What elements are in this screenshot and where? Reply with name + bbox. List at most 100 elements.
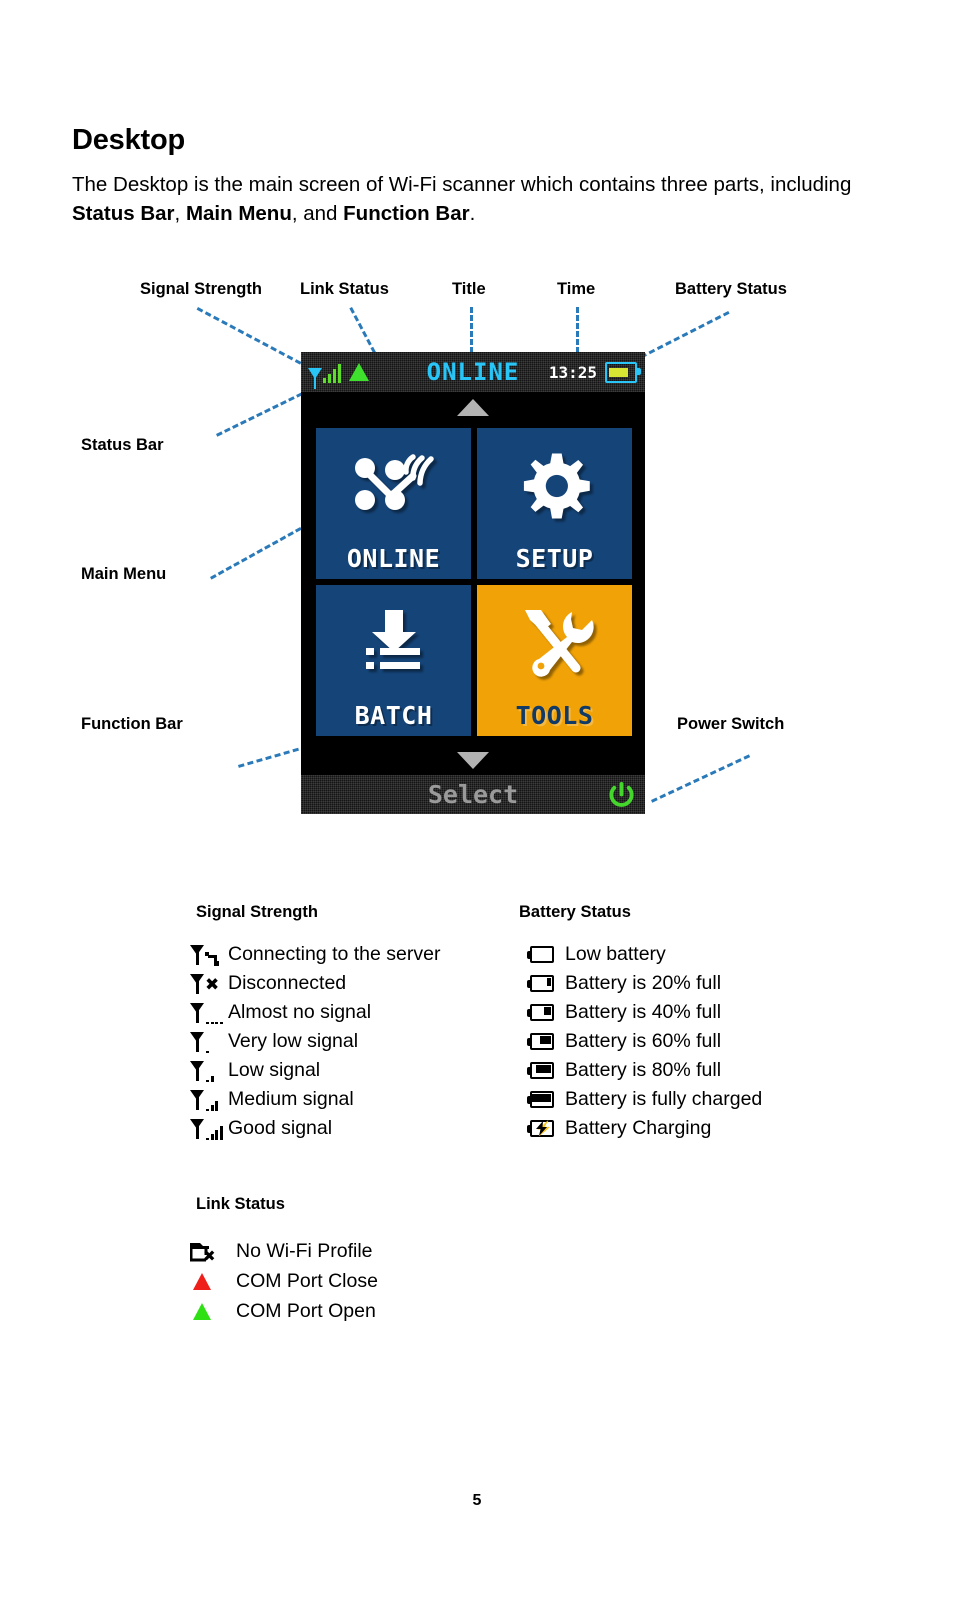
legend-item: Medium signal bbox=[190, 1085, 440, 1114]
legend-item-label: Medium signal bbox=[228, 1088, 354, 1110]
legend-item: Battery is 80% full bbox=[527, 1056, 762, 1085]
status-bar-time: 13:25 bbox=[548, 362, 597, 382]
legend-item-label: Very low signal bbox=[228, 1030, 359, 1052]
callout-main-menu: Main Menu bbox=[81, 565, 167, 583]
legend-item: Battery is fully charged bbox=[527, 1085, 762, 1114]
callout-title: Title bbox=[452, 280, 486, 298]
legend-item: Connecting to the server bbox=[190, 940, 440, 969]
legend-item-label: Battery is fully charged bbox=[565, 1088, 763, 1110]
battery-60-icon bbox=[527, 1032, 565, 1051]
gear-icon bbox=[477, 428, 632, 544]
leader-title bbox=[470, 307, 473, 353]
legend-item: Battery is 40% full bbox=[527, 998, 762, 1027]
power-icon[interactable] bbox=[608, 781, 635, 813]
intro-bold-main-menu: Main Menu bbox=[185, 202, 292, 225]
menu-tile-tools[interactable]: TOOLS bbox=[477, 585, 632, 736]
legend-item-label: Low battery bbox=[565, 943, 666, 965]
signal-low-icon bbox=[190, 1060, 228, 1082]
battery-80-icon bbox=[527, 1061, 565, 1080]
menu-tile-grid: ONLINE SETUP BATCH TOOLS bbox=[316, 428, 632, 736]
arrow-down-icon[interactable] bbox=[457, 752, 489, 769]
legend-item-label: Good signal bbox=[228, 1117, 333, 1139]
leader-power-switch bbox=[651, 754, 751, 803]
intro-sep-1: , bbox=[174, 202, 186, 225]
battery-20-icon bbox=[527, 974, 565, 993]
legend-item: Good signal bbox=[190, 1114, 440, 1143]
signal-good-icon bbox=[190, 1118, 228, 1140]
page-title: Desktop bbox=[72, 124, 186, 156]
hammer-wrench-icon bbox=[477, 585, 632, 701]
main-menu: ONLINE SETUP BATCH TOOLS bbox=[301, 392, 645, 775]
signal-medium-icon bbox=[190, 1089, 228, 1111]
leader-main-menu bbox=[210, 522, 310, 580]
menu-tile-label: SETUP bbox=[515, 544, 594, 573]
legend-title-signal-strength: Signal Strength bbox=[196, 903, 318, 921]
menu-tile-label: TOOLS bbox=[515, 701, 594, 730]
leader-time bbox=[576, 307, 579, 353]
signal-very-low-icon bbox=[190, 1031, 228, 1053]
document-page: Desktop The Desktop is the main screen o… bbox=[0, 0, 954, 1620]
legend-list-signal-strength: Connecting to the server ✖ Disconnected … bbox=[190, 940, 440, 1143]
device-screen: ONLINE 13:25 ONLINE SETUP BATCH TOOLS Se… bbox=[301, 352, 645, 814]
arrow-up-icon[interactable] bbox=[457, 399, 489, 416]
legend-item-label: Battery is 60% full bbox=[565, 1030, 722, 1052]
intro-end: . bbox=[469, 202, 476, 225]
battery-full-icon bbox=[527, 1090, 565, 1109]
battery-40-icon bbox=[527, 1003, 565, 1022]
signal-none-icon bbox=[190, 1002, 228, 1024]
triangle-up-green-icon bbox=[190, 1302, 228, 1320]
menu-tile-setup[interactable]: SETUP bbox=[477, 428, 632, 579]
legend-item: Battery is 60% full bbox=[527, 1027, 762, 1056]
legend-item: ✖ Disconnected bbox=[190, 969, 440, 998]
legend-item-label: COM Port Close bbox=[236, 1269, 378, 1292]
menu-tile-label: BATCH bbox=[354, 701, 433, 730]
menu-tile-label: ONLINE bbox=[346, 544, 441, 573]
intro-sep-2: , and bbox=[291, 202, 344, 225]
legend-list-link-status: ✖ No Wi-Fi Profile COM Port Close COM Po… bbox=[189, 1236, 378, 1326]
leader-function-bar bbox=[238, 745, 309, 768]
callout-status-bar: Status Bar bbox=[81, 436, 164, 454]
folder-x-icon: ✖ bbox=[189, 1241, 228, 1265]
menu-tile-batch[interactable]: BATCH bbox=[316, 585, 471, 736]
legend-item-label: Almost no signal bbox=[228, 1001, 372, 1023]
legend-item-label: Battery is 80% full bbox=[565, 1059, 722, 1081]
download-list-icon bbox=[316, 585, 471, 701]
network-wifi-icon bbox=[316, 428, 471, 544]
signal-disconnected-icon: ✖ bbox=[190, 973, 228, 995]
page-number: 5 bbox=[472, 1492, 482, 1509]
legend-item: COM Port Open bbox=[190, 1296, 378, 1326]
legend-item-label: COM Port Open bbox=[236, 1299, 376, 1322]
callout-power-switch: Power Switch bbox=[677, 715, 785, 733]
legend-item-label: Disconnected bbox=[228, 972, 347, 994]
callout-time: Time bbox=[557, 280, 596, 298]
battery-empty-icon bbox=[527, 945, 565, 964]
legend-title-battery-status: Battery Status bbox=[519, 903, 631, 921]
legend-item-label: No Wi-Fi Profile bbox=[236, 1239, 373, 1262]
legend-item: Low signal bbox=[190, 1056, 440, 1085]
function-bar: Select bbox=[301, 775, 645, 814]
function-bar-select-label[interactable]: Select bbox=[301, 775, 645, 814]
legend-item-label: Battery Charging bbox=[565, 1117, 712, 1139]
intro-bold-function-bar: Function Bar bbox=[343, 202, 470, 225]
legend-title-link-status: Link Status bbox=[196, 1195, 285, 1213]
legend-item: Very low signal bbox=[190, 1027, 440, 1056]
menu-tile-online[interactable]: ONLINE bbox=[316, 428, 471, 579]
callout-signal-strength: Signal Strength bbox=[140, 280, 262, 298]
status-bar: ONLINE 13:25 bbox=[301, 352, 645, 392]
legend-item-label: Battery is 20% full bbox=[565, 972, 722, 994]
callout-function-bar: Function Bar bbox=[81, 715, 183, 733]
status-bar-right: 13:25 bbox=[548, 352, 641, 392]
legend-item: Low battery bbox=[527, 940, 762, 969]
intro-paragraph: The Desktop is the main screen of Wi-Fi … bbox=[72, 170, 862, 228]
legend-item: ✖ No Wi-Fi Profile bbox=[189, 1236, 378, 1266]
signal-connecting-icon bbox=[190, 944, 228, 966]
legend-list-battery-status: Low battery Battery is 20% full Battery … bbox=[527, 940, 762, 1143]
callout-battery-status: Battery Status bbox=[675, 280, 787, 298]
legend-item: Almost no signal bbox=[190, 998, 440, 1027]
svg-text:✖: ✖ bbox=[203, 1247, 216, 1262]
legend-item-label: Low signal bbox=[228, 1059, 321, 1081]
battery-charging-icon: ⚡ bbox=[527, 1119, 565, 1138]
triangle-up-red-icon bbox=[190, 1272, 228, 1290]
legend-item: COM Port Close bbox=[190, 1266, 378, 1296]
legend-item: Battery is 20% full bbox=[527, 969, 762, 998]
